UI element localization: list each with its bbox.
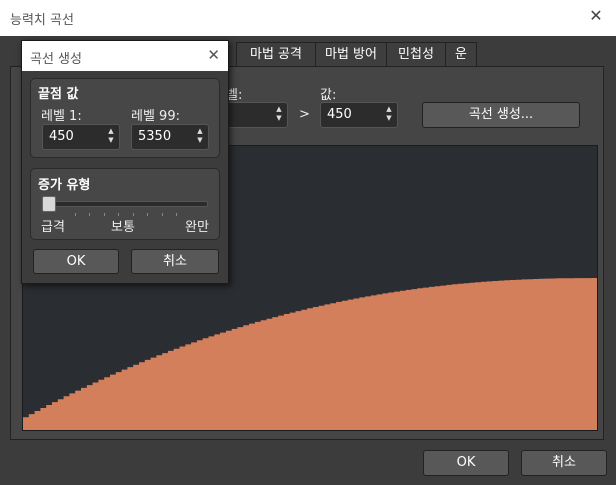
growth-left-label: 급격 — [41, 220, 65, 235]
window-title: 능력치 곡선 — [10, 13, 74, 28]
growth-slider-track[interactable] — [42, 201, 208, 207]
level1-spinbox[interactable]: 450 ▲ ▼ — [42, 124, 120, 150]
level-spin-arrows-icon[interactable]: ▲ ▼ — [274, 105, 284, 123]
dialog-titlebar: 곡선 생성 ✕ — [22, 41, 228, 71]
slider-tick — [89, 213, 90, 216]
growth-slider-handle[interactable] — [42, 196, 56, 212]
dialog-title: 곡선 생성 — [30, 52, 82, 67]
curve-fill — [23, 278, 597, 430]
generate-curve-dialog: 곡선 생성 ✕ 끝점 값 레벨 1: 레벨 99: 450 ▲ ▼ 5350 ▲ ▼… — [21, 40, 229, 284]
growth-type-title: 증가 유형 — [38, 178, 91, 193]
tab-agility[interactable]: 민첩성 — [386, 42, 446, 66]
tab-luck[interactable]: 운 — [445, 42, 477, 66]
growth-type-group: 증가 유형 급격 보통 완만 — [30, 168, 220, 240]
slider-tick — [162, 213, 163, 216]
growth-middle-label: 보통 — [111, 220, 135, 235]
value-spinbox[interactable]: 450 ▲ ▼ — [320, 102, 398, 128]
level1-input[interactable]: 450 — [49, 129, 74, 144]
level99-spin-arrows-icon[interactable]: ▲ ▼ — [195, 127, 205, 145]
slider-tick — [147, 213, 148, 216]
level1-label: 레벨 1: — [41, 109, 82, 124]
slider-tick — [104, 213, 105, 216]
window-titlebar: 능력치 곡선 ✕ — [0, 0, 616, 36]
value-spin-arrows-icon[interactable]: ▲ ▼ — [384, 105, 394, 123]
value-label: 값: — [320, 88, 337, 103]
level99-spinbox[interactable]: 5350 ▲ ▼ — [131, 124, 209, 150]
slider-tick — [75, 213, 76, 216]
level1-spin-arrows-icon[interactable]: ▲ ▼ — [106, 127, 116, 145]
window-close-icon[interactable]: ✕ — [586, 6, 606, 25]
tab-magic-defense[interactable]: 마법 방어 — [315, 42, 387, 66]
endpoints-group: 끝점 값 레벨 1: 레벨 99: 450 ▲ ▼ 5350 ▲ ▼ — [30, 78, 220, 158]
endpoints-title: 끝점 값 — [38, 87, 79, 102]
growth-right-label: 완만 — [185, 220, 209, 235]
value-input[interactable]: 450 — [327, 107, 352, 122]
cancel-button[interactable]: 취소 — [521, 450, 607, 476]
dialog-ok-button[interactable]: OK — [33, 249, 119, 274]
dialog-cancel-button[interactable]: 취소 — [131, 249, 219, 274]
slider-tick — [176, 213, 177, 216]
tab-magic-attack[interactable]: 마법 공격 — [236, 42, 316, 66]
generate-curve-button[interactable]: 곡선 생성... — [422, 102, 580, 128]
level99-label: 레벨 99: — [131, 109, 180, 124]
range-separator: > — [299, 107, 310, 122]
dialog-close-icon[interactable]: ✕ — [207, 46, 220, 64]
ok-button[interactable]: OK — [423, 450, 509, 476]
level99-input[interactable]: 5350 — [138, 129, 171, 144]
